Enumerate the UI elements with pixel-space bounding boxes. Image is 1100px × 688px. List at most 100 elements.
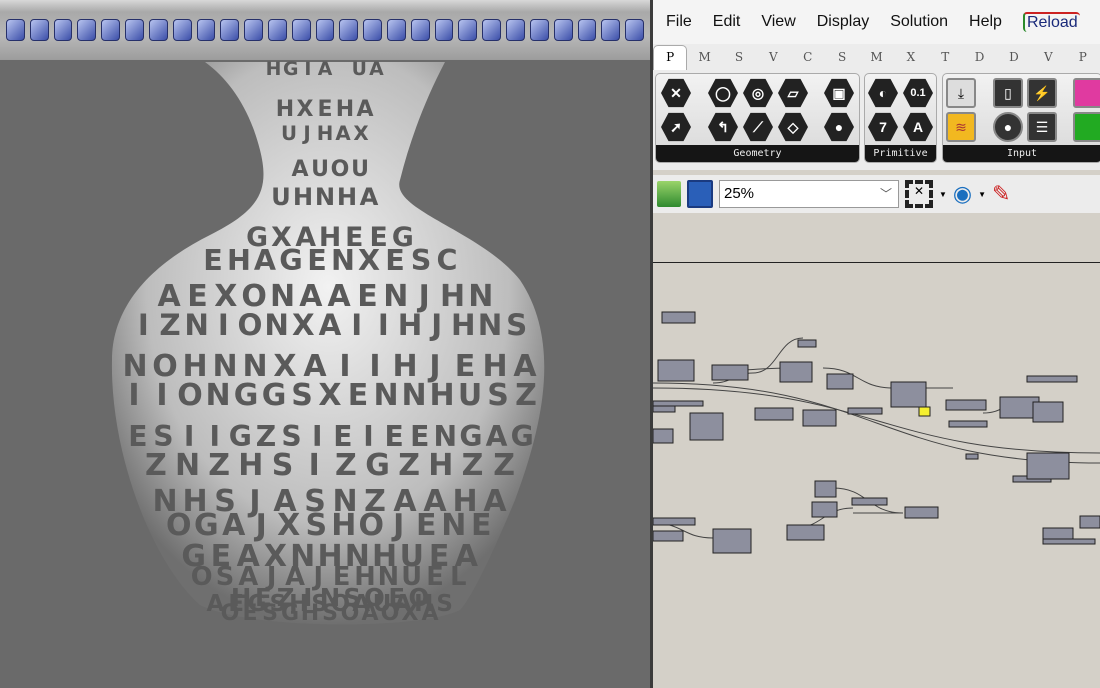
tab-sets[interactable]: S — [722, 50, 756, 70]
point-param-icon[interactable]: ◇ — [778, 112, 808, 142]
vase-letter: U — [351, 157, 369, 182]
vase-letter: E — [307, 243, 327, 277]
number-param-icon[interactable]: 0.1 — [903, 78, 933, 108]
preview-eye-icon[interactable]: ◉ — [953, 181, 972, 207]
node-graph — [653, 311, 1100, 554]
menu-edit[interactable]: Edit — [713, 13, 741, 31]
vase-letter: N — [373, 378, 398, 413]
vase-letter: N — [205, 378, 230, 413]
brep-param-icon[interactable]: ● — [824, 112, 854, 142]
component-node[interactable] — [779, 361, 813, 383]
component-node[interactable] — [1079, 515, 1100, 529]
vase-letter: N — [315, 183, 335, 211]
tab-maths[interactable]: M — [687, 50, 721, 70]
reload-button[interactable]: Reload — [1022, 12, 1080, 32]
value-list-icon[interactable]: ☰ — [1027, 112, 1057, 142]
line-param-icon[interactable]: ⟋ — [743, 112, 773, 142]
zoom-extents-icon[interactable]: ✕ — [905, 180, 933, 208]
toggle-icon[interactable]: ▯ — [993, 78, 1023, 108]
curve-param-icon[interactable]: ↰ — [708, 112, 738, 142]
component-node[interactable] — [802, 409, 837, 427]
menu-file[interactable]: File — [666, 13, 692, 31]
component-node[interactable] — [1042, 538, 1096, 545]
tab-d2[interactable]: D — [997, 50, 1031, 70]
vase-letter: N — [175, 448, 200, 483]
vase-letter: U — [352, 59, 367, 80]
component-node[interactable] — [689, 412, 724, 441]
component-node[interactable] — [661, 311, 696, 324]
tab-curve[interactable]: C — [791, 50, 825, 70]
component-node[interactable] — [1042, 527, 1074, 540]
component-node[interactable] — [814, 480, 837, 498]
tab-intersect[interactable]: X — [894, 50, 928, 70]
vase-letter: X — [353, 122, 368, 145]
tab-v2[interactable]: V — [1031, 50, 1065, 70]
tab-mesh[interactable]: M — [859, 50, 893, 70]
component-node[interactable] — [948, 420, 988, 428]
component-node[interactable] — [1026, 452, 1070, 480]
component-node[interactable] — [653, 428, 674, 444]
component-node[interactable] — [657, 359, 695, 382]
component-node[interactable] — [904, 506, 939, 519]
vase-letter: E — [471, 508, 492, 543]
tab-display[interactable]: D — [962, 50, 996, 70]
vase-letter: A — [356, 97, 373, 122]
component-node[interactable] — [851, 497, 888, 506]
component-node[interactable] — [797, 339, 817, 348]
vase-letter: E — [385, 243, 405, 277]
component-node[interactable] — [712, 528, 752, 554]
plane-param-icon[interactable]: ▱ — [778, 78, 808, 108]
tab-p2[interactable]: P — [1066, 50, 1100, 70]
dropdown-arrow-icon[interactable]: ▼ — [978, 190, 986, 199]
component-node[interactable] — [653, 400, 704, 407]
component-node[interactable] — [826, 373, 854, 390]
tab-vector[interactable]: V — [756, 50, 790, 70]
geometry-param-icon[interactable]: ✕ — [661, 78, 691, 108]
boolean-param-icon[interactable]: ◐ — [868, 78, 898, 108]
vase-letter: I — [309, 448, 320, 483]
menu-help[interactable]: Help — [969, 13, 1002, 31]
vase-letter: H — [337, 183, 357, 211]
circle-param-icon[interactable]: ◯ — [708, 78, 738, 108]
spiral-param-icon[interactable]: ◎ — [743, 78, 773, 108]
component-node[interactable] — [653, 517, 696, 526]
tab-transform[interactable]: T — [928, 50, 962, 70]
open-file-icon[interactable] — [657, 181, 681, 207]
import-icon[interactable]: ⤓ — [946, 78, 976, 108]
vase-letter: I — [138, 308, 149, 342]
vector-param-icon[interactable]: ➚ — [661, 112, 691, 142]
component-node[interactable] — [847, 407, 883, 415]
slider-icon[interactable]: ⚡ — [1027, 78, 1057, 108]
component-node[interactable] — [890, 381, 927, 408]
gradient-icon[interactable] — [1073, 78, 1100, 108]
tab-surface[interactable]: S — [825, 50, 859, 70]
box-param-icon[interactable]: ▣ — [824, 78, 854, 108]
save-file-icon[interactable] — [687, 180, 713, 208]
sketch-pen-icon[interactable]: ✎ — [992, 181, 1010, 207]
component-node[interactable] — [653, 530, 684, 542]
component-node[interactable] — [786, 524, 825, 541]
component-node[interactable] — [711, 364, 749, 381]
colour-swatch-icon[interactable] — [1073, 112, 1100, 142]
text-param-icon[interactable]: A — [903, 112, 933, 142]
component-node[interactable] — [965, 453, 979, 460]
component-node[interactable] — [945, 399, 987, 411]
tab-params[interactable]: P — [653, 45, 688, 70]
component-node[interactable] — [811, 501, 838, 518]
graph-mapper-icon[interactable]: ≋ — [946, 112, 976, 142]
grasshopper-canvas[interactable] — [653, 213, 1100, 688]
menu-solution[interactable]: Solution — [890, 13, 948, 31]
button-icon[interactable]: ● — [993, 112, 1023, 142]
component-node[interactable] — [754, 407, 794, 421]
vase-letter: Z — [159, 308, 180, 342]
dropdown-arrow-icon[interactable]: ▼ — [939, 190, 947, 199]
menu-display[interactable]: Display — [817, 13, 869, 31]
integer-param-icon[interactable]: 7 — [868, 112, 898, 142]
component-node[interactable] — [1026, 375, 1078, 383]
zoom-dropdown[interactable]: 25% ﹀ — [719, 180, 899, 208]
menu-view[interactable]: View — [761, 13, 795, 31]
component-node[interactable] — [1032, 401, 1064, 423]
group-label: Primitive — [865, 145, 936, 162]
rhino-viewport[interactable]: HGIA UAHXEHAUJHAXAUOUUHNHAGXAHEEGEHAGENX… — [0, 0, 650, 688]
panel-node[interactable] — [918, 406, 931, 417]
